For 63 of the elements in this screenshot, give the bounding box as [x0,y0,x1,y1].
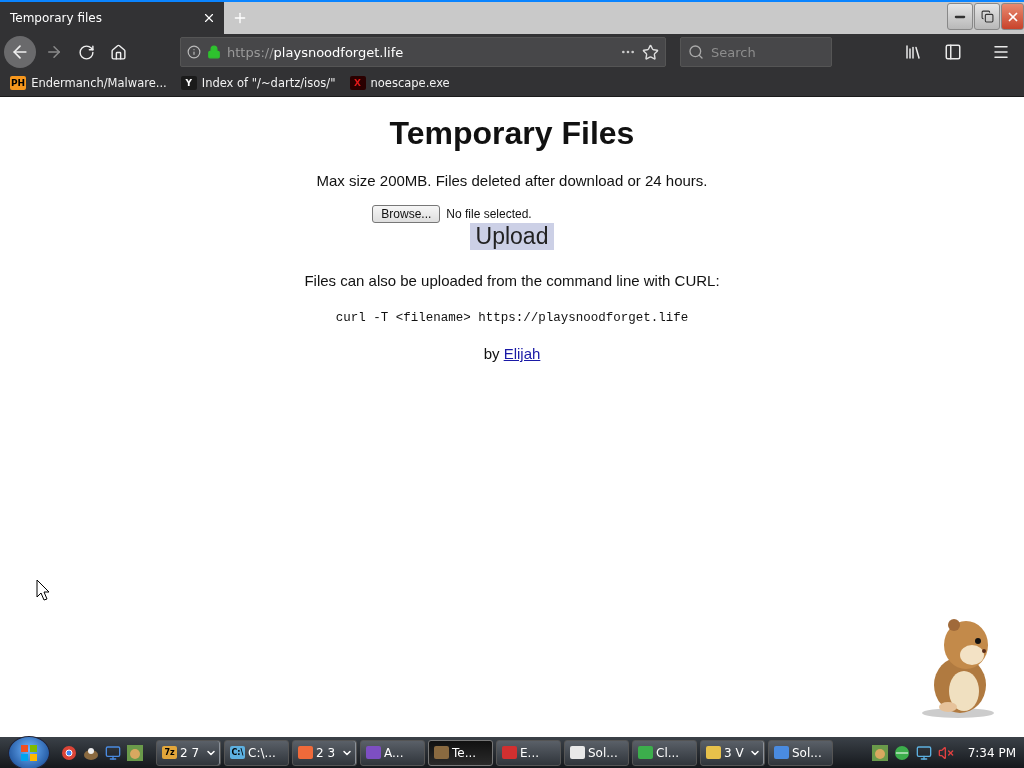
url-text: https://playsnoodforget.life [227,44,405,60]
site-icon: PH [10,76,27,90]
lock-icon [207,45,221,59]
home-icon [109,43,127,61]
forward-arrow-icon [45,43,63,61]
bookmark-star-icon[interactable] [642,43,659,61]
monitor-icon[interactable] [105,744,121,761]
network-icon[interactable] [915,744,932,761]
app-icon [638,746,653,759]
taskbar-button[interactable]: Sol... [768,739,833,766]
reload-icon [77,43,95,61]
site-icon: X [349,76,366,90]
file-status: No file selected. [446,207,532,221]
browser-icon[interactable] [61,744,77,761]
app-icon: C:\ [230,746,245,759]
taskbar-button[interactable]: 3 V [700,739,765,766]
app-icon [706,746,721,759]
library-icon[interactable] [904,43,922,61]
bookmark-link[interactable]: Y Index of "/~dartz/isos/" [180,76,336,90]
app-icon [434,746,449,759]
author-link[interactable]: Elijah [503,345,541,362]
back-button[interactable] [4,36,36,68]
size-note: Max size 200MB. Files deleted after download or 24 hours. [316,172,708,189]
site-icon: Y [180,76,197,90]
upload-button[interactable]: Upload [469,223,555,250]
taskbar-button[interactable]: 2 3 [292,739,357,766]
byline: by Elijah [483,345,541,362]
taskbar-button[interactable]: E... [496,739,561,766]
sidebar-icon[interactable] [944,43,962,61]
taskbar-button[interactable]: Te... [428,739,493,766]
restore-button[interactable] [974,3,1000,30]
restore-icon [980,10,994,23]
app-icon [366,746,381,759]
taskbar-button[interactable]: C:\ C:\... [224,739,289,766]
info-icon[interactable] [187,45,201,59]
app-icon [502,746,517,759]
bookmark-link[interactable]: PH Endermanch/Malware... [10,76,167,90]
browse-button[interactable]: Browse... [372,205,441,223]
taskbar-button[interactable]: A... [360,739,425,766]
taskbar-button[interactable]: 7z 2 7 [156,739,221,766]
mute-icon[interactable] [937,744,954,761]
clock: 7:34 PM [967,745,1016,760]
page-heading: Temporary Files [389,115,635,152]
minimize-button[interactable] [947,3,973,30]
taskbar-button[interactable]: Sol... [564,739,629,766]
taskbar-button[interactable]: Cl... [632,739,697,766]
app-icon [774,746,789,759]
window-close-button[interactable] [1001,3,1024,30]
app-icon [570,746,585,759]
address-bar[interactable]: https://playsnoodforget.life [180,37,666,67]
search-field[interactable]: Search [680,37,832,67]
curl-command: curl -T <filename> https://playsnoodforget.life [335,311,689,325]
start-button[interactable] [8,735,50,768]
browser-tab[interactable]: Temporary files [0,2,224,34]
app-icon: 7z [162,746,177,759]
windows-logo-icon [20,743,38,762]
menu-icon[interactable] [992,43,1010,61]
cli-note: Files can also be uploaded from the command line with CURL: [304,272,720,289]
close-icon[interactable] [202,11,216,25]
bookmark-link[interactable]: X noescape.exe [349,76,450,90]
mouse-cursor-icon [36,579,50,601]
app-icon [298,746,313,759]
search-icon [688,44,704,60]
